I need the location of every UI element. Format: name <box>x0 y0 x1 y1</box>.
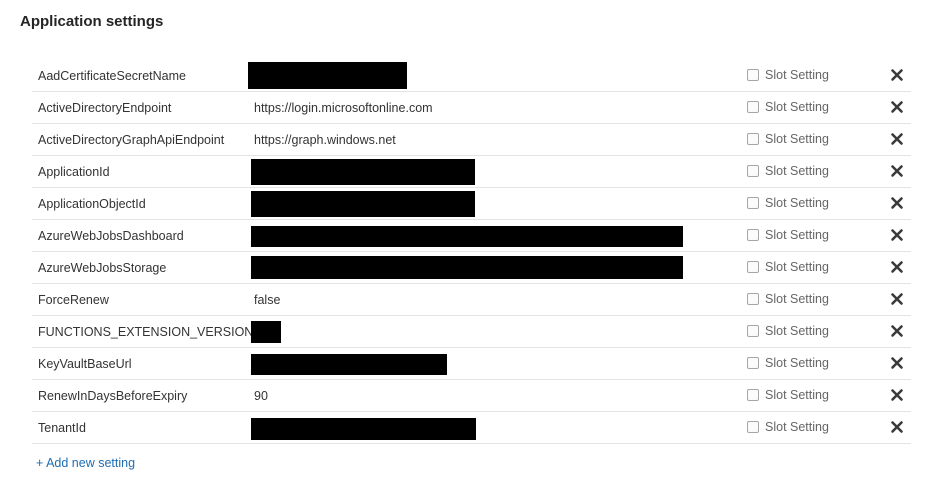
setting-name[interactable]: TenantId <box>38 412 86 444</box>
setting-row: AadCertificateSecretName Slot Setting <box>32 60 911 92</box>
slot-setting-label: Slot Setting <box>765 324 829 338</box>
close-icon[interactable] <box>890 196 904 210</box>
setting-name[interactable]: RenewInDaysBeforeExpiry <box>38 380 187 412</box>
slot-setting-label: Slot Setting <box>765 228 829 242</box>
slot-setting-toggle[interactable]: Slot Setting <box>747 291 829 307</box>
section-title: Application settings <box>20 13 164 30</box>
redacted-value[interactable] <box>251 226 683 247</box>
setting-row: ForceRenew false Slot Setting <box>32 284 911 316</box>
close-icon[interactable] <box>890 324 904 338</box>
app-settings-table: AadCertificateSecretName Slot Setting Ac… <box>32 60 911 444</box>
close-icon[interactable] <box>890 260 904 274</box>
slot-setting-toggle[interactable]: Slot Setting <box>747 195 829 211</box>
redacted-value[interactable] <box>251 418 476 440</box>
redacted-value[interactable] <box>248 62 407 89</box>
close-icon[interactable] <box>890 68 904 82</box>
slot-setting-label: Slot Setting <box>765 388 829 402</box>
setting-row: ApplicationObjectId Slot Setting <box>32 188 911 220</box>
slot-setting-label: Slot Setting <box>765 292 829 306</box>
setting-name[interactable]: ApplicationId <box>38 156 110 188</box>
setting-row: RenewInDaysBeforeExpiry 90 Slot Setting <box>32 380 911 412</box>
checkbox-icon[interactable] <box>747 197 759 209</box>
setting-name[interactable]: ForceRenew <box>38 284 109 316</box>
slot-setting-toggle[interactable]: Slot Setting <box>747 227 829 243</box>
checkbox-icon[interactable] <box>747 389 759 401</box>
checkbox-icon[interactable] <box>747 133 759 145</box>
slot-setting-label: Slot Setting <box>765 68 829 82</box>
close-icon[interactable] <box>890 100 904 114</box>
slot-setting-label: Slot Setting <box>765 196 829 210</box>
setting-row: ActiveDirectoryEndpoint https://login.mi… <box>32 92 911 124</box>
setting-row: ActiveDirectoryGraphApiEndpoint https://… <box>32 124 911 156</box>
setting-row: KeyVaultBaseUrl Slot Setting <box>32 348 911 380</box>
checkbox-icon[interactable] <box>747 165 759 177</box>
checkbox-icon[interactable] <box>747 357 759 369</box>
setting-row: FUNCTIONS_EXTENSION_VERSION Slot Setting <box>32 316 911 348</box>
checkbox-icon[interactable] <box>747 69 759 81</box>
checkbox-icon[interactable] <box>747 421 759 433</box>
slot-setting-label: Slot Setting <box>765 164 829 178</box>
slot-setting-label: Slot Setting <box>765 132 829 146</box>
setting-name[interactable]: ActiveDirectoryGraphApiEndpoint <box>38 124 224 156</box>
add-new-setting-link[interactable]: + Add new setting <box>36 456 135 470</box>
setting-name[interactable]: AzureWebJobsStorage <box>38 252 166 284</box>
close-icon[interactable] <box>890 292 904 306</box>
setting-name[interactable]: AzureWebJobsDashboard <box>38 220 184 252</box>
slot-setting-toggle[interactable]: Slot Setting <box>747 323 829 339</box>
close-icon[interactable] <box>890 228 904 242</box>
redacted-value[interactable] <box>251 321 281 343</box>
close-icon[interactable] <box>890 356 904 370</box>
setting-name[interactable]: FUNCTIONS_EXTENSION_VERSION <box>38 316 253 348</box>
slot-setting-toggle[interactable]: Slot Setting <box>747 163 829 179</box>
slot-setting-toggle[interactable]: Slot Setting <box>747 67 829 83</box>
close-icon[interactable] <box>890 132 904 146</box>
redacted-value[interactable] <box>251 256 683 279</box>
setting-value[interactable]: 90 <box>254 380 268 412</box>
setting-name[interactable]: KeyVaultBaseUrl <box>38 348 132 380</box>
redacted-value[interactable] <box>251 159 475 185</box>
setting-row: ApplicationId Slot Setting <box>32 156 911 188</box>
slot-setting-label: Slot Setting <box>765 420 829 434</box>
setting-name[interactable]: ActiveDirectoryEndpoint <box>38 92 171 124</box>
slot-setting-toggle[interactable]: Slot Setting <box>747 99 829 115</box>
redacted-value[interactable] <box>251 354 447 375</box>
slot-setting-label: Slot Setting <box>765 100 829 114</box>
slot-setting-toggle[interactable]: Slot Setting <box>747 355 829 371</box>
slot-setting-toggle[interactable]: Slot Setting <box>747 387 829 403</box>
setting-row: AzureWebJobsStorage Slot Setting <box>32 252 911 284</box>
setting-row: AzureWebJobsDashboard Slot Setting <box>32 220 911 252</box>
setting-name[interactable]: ApplicationObjectId <box>38 188 146 220</box>
slot-setting-toggle[interactable]: Slot Setting <box>747 131 829 147</box>
slot-setting-label: Slot Setting <box>765 356 829 370</box>
close-icon[interactable] <box>890 420 904 434</box>
checkbox-icon[interactable] <box>747 101 759 113</box>
checkbox-icon[interactable] <box>747 293 759 305</box>
close-icon[interactable] <box>890 164 904 178</box>
setting-row: TenantId Slot Setting <box>32 412 911 444</box>
slot-setting-toggle[interactable]: Slot Setting <box>747 419 829 435</box>
setting-name[interactable]: AadCertificateSecretName <box>38 60 186 92</box>
close-icon[interactable] <box>890 388 904 402</box>
redacted-value[interactable] <box>251 191 475 217</box>
slot-setting-label: Slot Setting <box>765 260 829 274</box>
checkbox-icon[interactable] <box>747 261 759 273</box>
slot-setting-toggle[interactable]: Slot Setting <box>747 259 829 275</box>
setting-value[interactable]: https://graph.windows.net <box>254 124 396 156</box>
checkbox-icon[interactable] <box>747 229 759 241</box>
setting-value[interactable]: false <box>254 284 280 316</box>
setting-value[interactable]: https://login.microsoftonline.com <box>254 92 433 124</box>
checkbox-icon[interactable] <box>747 325 759 337</box>
